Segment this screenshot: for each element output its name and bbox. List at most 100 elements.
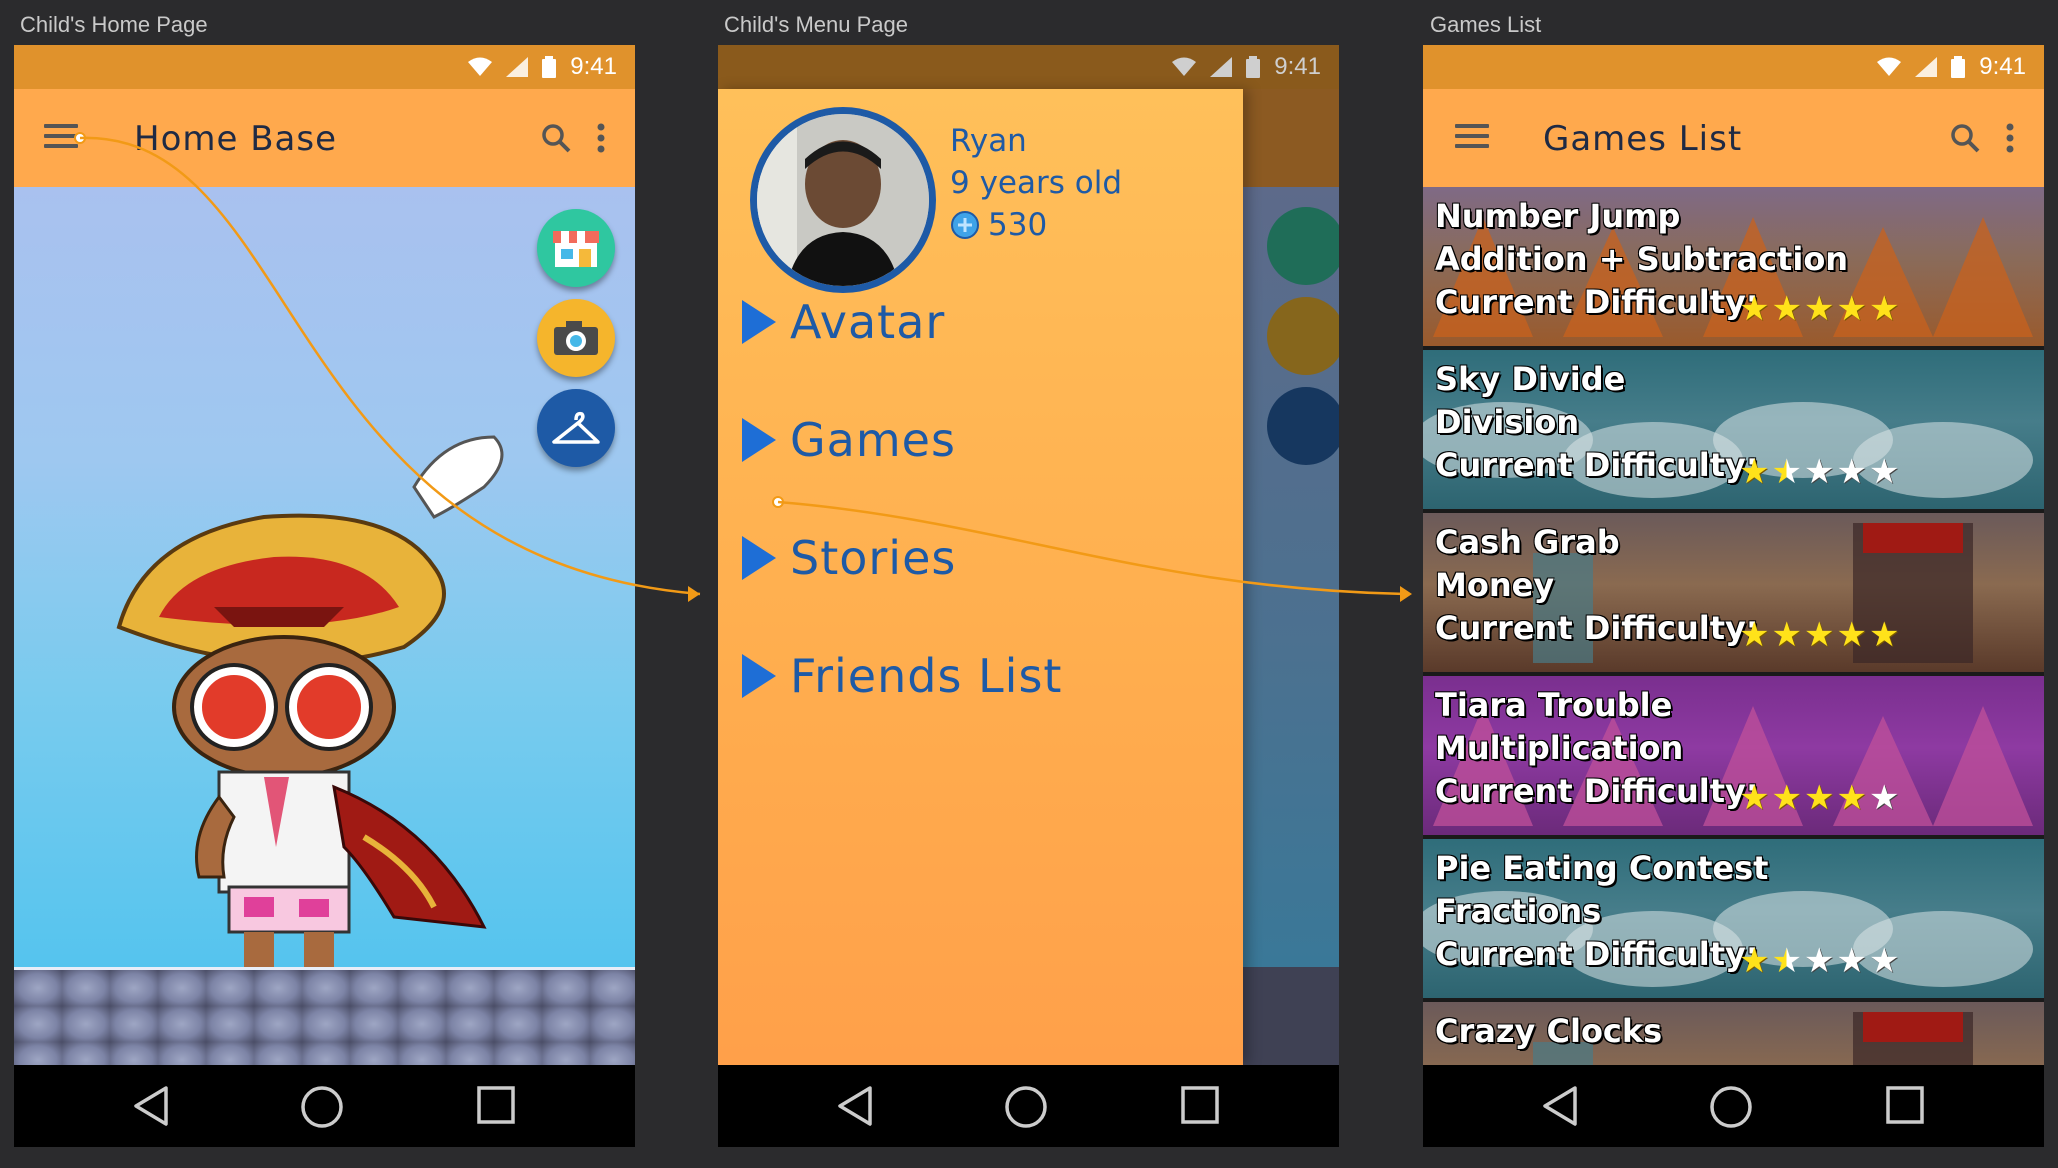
more-vert-icon[interactable]	[597, 123, 605, 153]
difficulty-label: Current Difficulty:	[1435, 772, 1759, 810]
game-card[interactable]: Tiara Trouble Multiplication Current Diffi…	[1423, 676, 2044, 835]
game-card[interactable]: Pie Eating Contest Fractions Current Diffi…	[1423, 839, 2044, 998]
menu-icon[interactable]	[44, 124, 78, 150]
difficulty-stars: ★ ★ ★ ★ ★	[1739, 616, 1899, 654]
signal-icon	[506, 57, 529, 77]
status-bar: 9:41	[1423, 45, 2044, 89]
nav-bar	[718, 1065, 1339, 1147]
arrow-right-icon	[742, 536, 776, 580]
game-title: Tiara Trouble	[1435, 686, 1673, 724]
signal-icon	[1210, 57, 1233, 77]
home-screen-label: Child's Home Page	[20, 12, 208, 37]
menu-item-friends-list[interactable]: Friends List	[742, 649, 1062, 703]
recents-icon[interactable]	[1885, 1085, 1925, 1125]
camera-button[interactable]	[537, 299, 615, 377]
status-bar: 9:41	[718, 45, 1339, 89]
nav-bar	[1423, 1065, 2044, 1147]
games-list: Number Jump Addition + Subtraction Current…	[1423, 187, 2044, 1065]
recents-icon[interactable]	[476, 1085, 516, 1125]
star-icon: ★	[1739, 615, 1770, 655]
battery-icon	[1951, 56, 1966, 78]
signal-icon	[1915, 57, 1938, 77]
status-time: 9:41	[1274, 53, 1321, 80]
menu-item-avatar[interactable]: Avatar	[742, 295, 945, 349]
star-icon: ★	[1771, 941, 1802, 981]
more-vert-icon[interactable]	[2006, 123, 2014, 153]
arrow-right-icon	[742, 654, 776, 698]
star-icon: ★	[1739, 452, 1770, 492]
star-icon: ★	[1739, 289, 1770, 329]
store-button[interactable]	[537, 209, 615, 287]
game-background	[14, 187, 635, 967]
avatar-character	[116, 435, 504, 967]
stone-floor	[14, 967, 635, 1065]
wifi-icon	[468, 57, 493, 76]
game-card[interactable]: Sky Divide Division Current Difficulty: ★ ★ ★…	[1423, 350, 2044, 509]
profile-age: 9 years old	[950, 165, 1122, 201]
game-title: Crazy Clocks	[1435, 1012, 1663, 1050]
difficulty-stars: ★ ★ ★ ★ ★	[1739, 779, 1899, 817]
star-icon: ★	[1868, 615, 1900, 655]
search-icon[interactable]	[541, 123, 571, 153]
game-topic: Money	[1435, 566, 1555, 604]
search-icon[interactable]	[1950, 123, 1980, 153]
game-card[interactable]: Crazy Clocks	[1423, 1002, 2044, 1065]
star-icon: ★	[1803, 452, 1835, 492]
menu-item-stories[interactable]: Stories	[742, 531, 956, 585]
menu-item-label: Games	[790, 413, 956, 467]
difficulty-label: Current Difficulty:	[1435, 935, 1759, 973]
star-icon: ★	[1836, 615, 1867, 655]
menu-icon[interactable]	[1455, 124, 1489, 150]
coin-count: 530	[988, 207, 1048, 243]
home-icon[interactable]	[1709, 1085, 1753, 1129]
back-icon[interactable]	[836, 1085, 874, 1127]
hanger-icon	[552, 411, 600, 444]
wardrobe-button[interactable]	[537, 389, 615, 467]
difficulty-stars: ★ ★ ★ ★ ★	[1739, 453, 1899, 491]
arrow-right-icon	[742, 300, 776, 344]
game-card[interactable]: Number Jump Addition + Subtraction Current…	[1423, 187, 2044, 346]
back-icon[interactable]	[1541, 1085, 1579, 1127]
page-title: Games List	[1543, 119, 1743, 159]
star-icon: ★	[1868, 778, 1900, 818]
status-time: 9:41	[1979, 53, 2026, 80]
home-icon[interactable]	[1004, 1085, 1048, 1129]
recents-icon[interactable]	[1180, 1085, 1220, 1125]
home-screen: 9:41 Home Base	[14, 45, 635, 1147]
page-title: Home Base	[134, 119, 338, 159]
game-title: Sky Divide	[1435, 360, 1626, 398]
store-icon	[553, 231, 599, 267]
navigation-drawer: Ryan 9 years old 530 Avatar Games Storie…	[718, 89, 1243, 1065]
battery-icon	[542, 56, 557, 78]
difficulty-stars: ★ ★ ★ ★ ★	[1739, 290, 1899, 328]
menu-item-label: Avatar	[790, 295, 946, 349]
games-screen: 9:41 Games List Number Jump Addition + Su…	[1423, 45, 2044, 1147]
home-icon[interactable]	[300, 1085, 344, 1129]
back-icon[interactable]	[132, 1085, 170, 1127]
menu-item-games[interactable]: Games	[742, 413, 956, 467]
app-bar: Games List	[1423, 89, 2044, 187]
dimmed-home-content[interactable]	[1243, 89, 1339, 1065]
menu-screen: 9:41 Ryan 9 years old 530 Avatar Games S…	[718, 45, 1339, 1147]
game-topic: Addition + Subtraction	[1435, 240, 1849, 278]
star-icon: ★	[1803, 615, 1835, 655]
game-title: Cash Grab	[1435, 523, 1620, 561]
coin-balance: 530	[950, 207, 1047, 243]
game-topic: Fractions	[1435, 892, 1602, 930]
wifi-icon	[1877, 57, 1902, 76]
menu-item-label: Stories	[790, 531, 957, 585]
star-icon: ★	[1739, 941, 1770, 981]
game-topic: Division	[1435, 403, 1580, 441]
game-title: Pie Eating Contest	[1435, 849, 1769, 887]
star-icon: ★	[1836, 452, 1867, 492]
star-icon: ★	[1868, 452, 1900, 492]
difficulty-stars: ★ ★ ★ ★ ★	[1739, 942, 1899, 980]
game-topic: Multiplication	[1435, 729, 1684, 767]
profile-photo[interactable]	[750, 107, 936, 293]
arrowhead-icon	[688, 586, 700, 602]
game-card[interactable]: Cash Grab Money Current Difficulty: ★ ★ ★ ★ ★	[1423, 513, 2044, 672]
star-icon: ★	[1868, 941, 1900, 981]
games-screen-label: Games List	[1430, 12, 1542, 37]
profile-name: Ryan	[950, 123, 1027, 159]
app-bar: Home Base	[14, 89, 635, 187]
